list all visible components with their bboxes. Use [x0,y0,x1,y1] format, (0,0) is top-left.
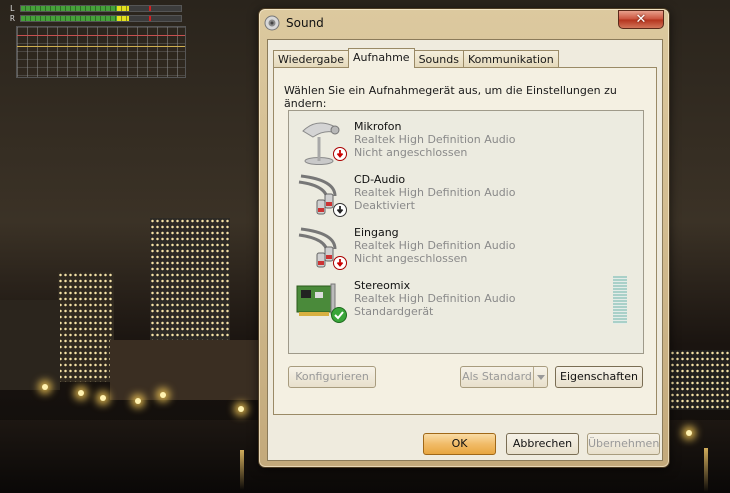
unplugged-badge-icon [333,147,347,161]
building-right [670,350,730,410]
device-driver: Realtek High Definition Audio [354,186,516,199]
tab-sounds[interactable]: Sounds [413,50,464,68]
device-driver: Realtek High Definition Audio [354,292,516,305]
building-low [110,340,260,400]
configure-button[interactable]: Konfigurieren [288,366,376,388]
recording-device-list[interactable]: Mikrofon Realtek High Definition Audio N… [288,110,644,354]
device-name: CD-Audio [354,173,406,186]
device-item-cd-audio[interactable]: CD-Audio Realtek High Definition Audio D… [295,170,635,220]
vu-channel-left: L [10,3,182,13]
chevron-down-icon[interactable] [533,367,547,387]
street-lamp [42,384,48,390]
vu-level-fill [21,15,124,21]
street-lamp [135,398,141,404]
device-status: Standardgerät [354,305,434,318]
device-item-mikrofon[interactable]: Mikrofon Realtek High Definition Audio N… [295,117,635,167]
device-name: Eingang [354,226,399,239]
instruction-text: Wählen Sie ein Aufnahmegerät aus, um die… [284,84,617,110]
dialog-client-area: Wiedergabe Aufnahme Sounds Kommunikation… [267,39,663,461]
vu-level-bar [20,4,182,12]
properties-button[interactable]: Eigenschaften [555,366,643,388]
ok-button[interactable]: OK [423,433,496,455]
sound-dialog: Sound ✕ Wiedergabe Aufnahme Sounds Kommu… [258,8,670,468]
recording-tab-panel: Wählen Sie ein Aufnahmegerät aus, um die… [273,67,657,415]
street-lamp [686,430,692,436]
device-item-eingang[interactable]: Eingang Realtek High Definition Audio Ni… [295,223,635,273]
set-default-button[interactable]: Als Standard [460,366,548,388]
building-dome [0,300,60,390]
device-name: Stereomix [354,279,411,292]
unplugged-badge-icon [333,256,347,270]
input-level-meter [613,276,627,324]
building-mid [58,272,114,382]
disabled-badge-icon [333,203,347,217]
vu-peak-segment [117,5,129,11]
device-driver: Realtek High Definition Audio [354,239,516,252]
street-lamp [238,406,244,412]
street-lamp [100,395,106,401]
spectrum-grid [16,26,186,78]
spectrum-line [17,35,185,36]
vu-channel-label: R [10,13,15,23]
device-driver: Realtek High Definition Audio [354,133,516,146]
device-status: Nicht angeschlossen [354,252,468,265]
vu-clip-marker [149,5,151,11]
vu-clip-marker [149,15,151,21]
vu-meter-gadget: L R [10,2,190,80]
apply-button[interactable]: Übernehmen [587,433,660,455]
street-lamp [160,392,166,398]
device-status: Deaktiviert [354,199,415,212]
window-title: Sound [286,16,324,30]
device-name: Mikrofon [354,120,402,133]
device-status: Nicht angeschlossen [354,146,468,159]
tab-communication[interactable]: Kommunikation [462,50,559,68]
tab-playback[interactable]: Wiedergabe [273,50,350,68]
light-reflection [704,448,708,492]
close-button[interactable]: ✕ [618,10,664,29]
device-item-stereomix[interactable]: Stereomix Realtek High Definition Audio … [295,276,635,326]
cancel-button[interactable]: Abbrechen [506,433,579,455]
vu-channel-right: R [10,13,182,23]
vu-level-fill [21,5,121,11]
vu-level-bar [20,14,182,22]
light-reflection [240,450,244,490]
street-lamp [78,390,84,396]
speaker-icon [264,15,280,31]
tab-strip: Wiedergabe Aufnahme Sounds Kommunikation [273,48,559,68]
vu-channel-label: L [10,3,15,13]
default-check-badge-icon [331,307,347,323]
spectrum-line [17,46,185,47]
vu-peak-segment [117,15,129,21]
set-default-label: Als Standard [462,370,532,383]
tab-recording[interactable]: Aufnahme [348,48,415,68]
